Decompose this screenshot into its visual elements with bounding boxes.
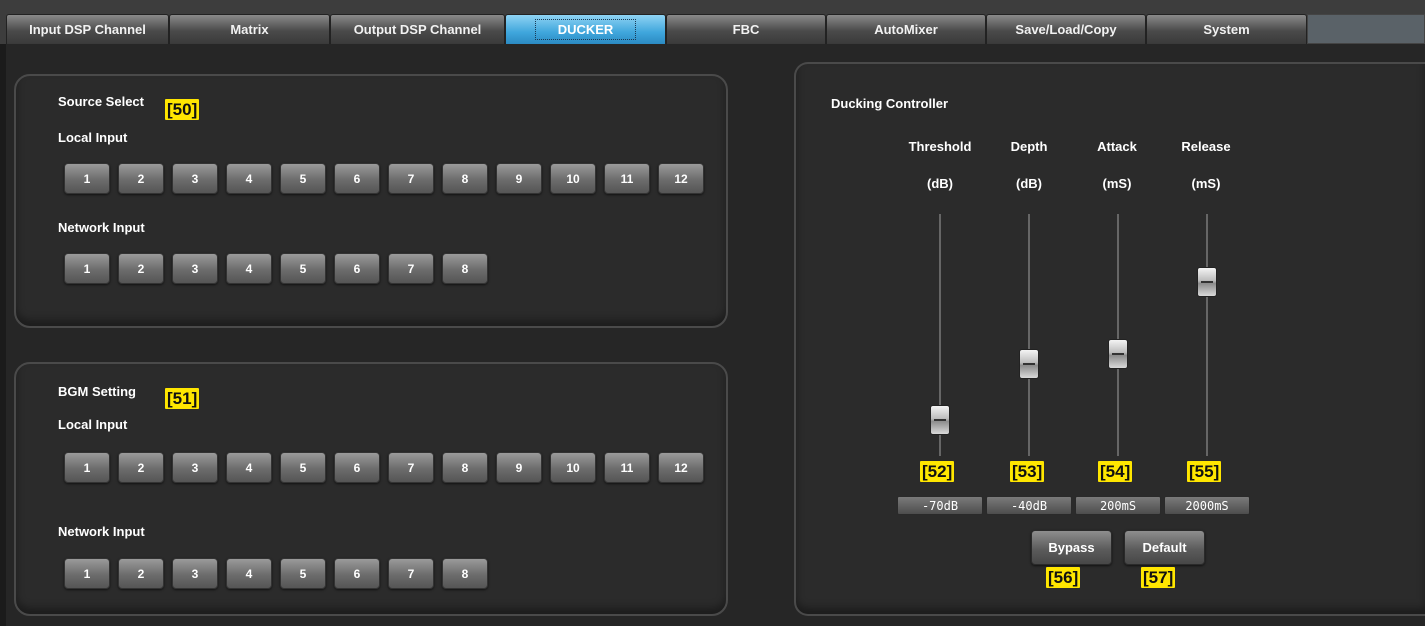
release-slider-thumb[interactable] — [1197, 267, 1217, 297]
release-slider-track[interactable] — [1206, 214, 1208, 456]
bgm-network-input-3[interactable]: 3 — [172, 558, 218, 589]
bgm-network-input-1[interactable]: 1 — [64, 558, 110, 589]
tab-save-load-copy[interactable]: Save/Load/Copy — [986, 14, 1146, 44]
source-local-input-11[interactable]: 11 — [604, 163, 650, 194]
bgm-local-input-3[interactable]: 3 — [172, 452, 218, 483]
source-network-input-3[interactable]: 3 — [172, 253, 218, 284]
source-local-input-6[interactable]: 6 — [334, 163, 380, 194]
threshold-unit: (dB) — [927, 176, 953, 191]
bgm-local-input-11[interactable]: 11 — [604, 452, 650, 483]
attack-label: Attack — [1097, 139, 1137, 154]
bgm-local-input-6[interactable]: 6 — [334, 452, 380, 483]
source-local-input-4[interactable]: 4 — [226, 163, 272, 194]
tab-system[interactable]: System — [1146, 14, 1307, 44]
tab-input-dsp-channel[interactable]: Input DSP Channel — [6, 14, 169, 44]
bgm-network-input-label: Network Input — [58, 524, 145, 539]
release-label: Release — [1181, 139, 1231, 154]
threshold-slider-thumb[interactable] — [930, 405, 950, 435]
source-local-input-10[interactable]: 10 — [550, 163, 596, 194]
attack-value[interactable]: 200mS — [1075, 496, 1161, 515]
source-local-input-1[interactable]: 1 — [64, 163, 110, 194]
bypass-tag: [56] — [1046, 567, 1081, 588]
source-network-input-6[interactable]: 6 — [334, 253, 380, 284]
source-local-input-3[interactable]: 3 — [172, 163, 218, 194]
source-local-input-9[interactable]: 9 — [496, 163, 542, 194]
tab-matrix[interactable]: Matrix — [169, 14, 330, 44]
depth-tag: [53] — [1010, 461, 1045, 482]
default-tag: [57] — [1141, 567, 1176, 588]
source-network-input-5[interactable]: 5 — [280, 253, 326, 284]
threshold-label: Threshold — [908, 139, 972, 154]
release-unit: (mS) — [1191, 176, 1221, 191]
depth-label: Depth — [1010, 139, 1048, 154]
source-local-input-12[interactable]: 12 — [658, 163, 704, 194]
source-network-input-4[interactable]: 4 — [226, 253, 272, 284]
attack-tag: [54] — [1098, 461, 1133, 482]
tab-ducker[interactable]: DUCKER — [505, 14, 666, 44]
default-button[interactable]: Default — [1124, 530, 1205, 565]
source-local-input-5[interactable]: 5 — [280, 163, 326, 194]
release-tag: [55] — [1187, 461, 1222, 482]
bgm-network-input-buttons: 1 2 3 4 5 6 7 8 — [64, 558, 488, 589]
bgm-local-input-12[interactable]: 12 — [658, 452, 704, 483]
bgm-local-input-label: Local Input — [58, 417, 128, 432]
bgm-network-input-7[interactable]: 7 — [388, 558, 434, 589]
source-select-panel — [14, 74, 728, 328]
release-value[interactable]: 2000mS — [1164, 496, 1250, 515]
attack-slider-track[interactable] — [1117, 214, 1119, 456]
source-network-input-2[interactable]: 2 — [118, 253, 164, 284]
bypass-button[interactable]: Bypass — [1031, 530, 1112, 565]
bgm-setting-tag: [51] — [165, 388, 200, 409]
source-local-input-7[interactable]: 7 — [388, 163, 434, 194]
bgm-network-input-8[interactable]: 8 — [442, 558, 488, 589]
bgm-local-input-4[interactable]: 4 — [226, 452, 272, 483]
bgm-network-input-2[interactable]: 2 — [118, 558, 164, 589]
threshold-value[interactable]: -70dB — [897, 496, 983, 515]
bgm-local-input-7[interactable]: 7 — [388, 452, 434, 483]
source-local-input-2[interactable]: 2 — [118, 163, 164, 194]
tab-fbc[interactable]: FBC — [666, 14, 826, 44]
source-network-input-buttons: 1 2 3 4 5 6 7 8 — [64, 253, 488, 284]
attack-slider-thumb[interactable] — [1108, 339, 1128, 369]
threshold-tag: [52] — [920, 461, 955, 482]
source-network-input-7[interactable]: 7 — [388, 253, 434, 284]
attack-unit: (mS) — [1102, 176, 1132, 191]
source-local-input-buttons: 1 2 3 4 5 6 7 8 9 10 11 12 — [64, 163, 704, 194]
source-network-input-8[interactable]: 8 — [442, 253, 488, 284]
ducking-controller-title: Ducking Controller — [831, 96, 949, 111]
bgm-local-input-5[interactable]: 5 — [280, 452, 326, 483]
bgm-setting-title: BGM Setting — [58, 384, 136, 399]
bgm-local-input-8[interactable]: 8 — [442, 452, 488, 483]
source-local-input-label: Local Input — [58, 130, 128, 145]
bgm-local-input-2[interactable]: 2 — [118, 452, 164, 483]
source-network-input-1[interactable]: 1 — [64, 253, 110, 284]
bgm-local-input-buttons: 1 2 3 4 5 6 7 8 9 10 11 12 — [64, 452, 704, 483]
tab-output-dsp-channel[interactable]: Output DSP Channel — [330, 14, 505, 44]
bgm-local-input-9[interactable]: 9 — [496, 452, 542, 483]
depth-slider-track[interactable] — [1028, 214, 1030, 456]
depth-value[interactable]: -40dB — [986, 496, 1072, 515]
tab-bar: Input DSP Channel Matrix Output DSP Chan… — [0, 0, 1425, 44]
bgm-network-input-6[interactable]: 6 — [334, 558, 380, 589]
bgm-network-input-4[interactable]: 4 — [226, 558, 272, 589]
tab-bar-filler — [1307, 14, 1425, 44]
bgm-local-input-10[interactable]: 10 — [550, 452, 596, 483]
bgm-network-input-5[interactable]: 5 — [280, 558, 326, 589]
depth-slider-thumb[interactable] — [1019, 349, 1039, 379]
bgm-local-input-1[interactable]: 1 — [64, 452, 110, 483]
source-select-title: Source Select — [58, 94, 144, 109]
source-local-input-8[interactable]: 8 — [442, 163, 488, 194]
source-select-tag: [50] — [165, 99, 200, 120]
source-network-input-label: Network Input — [58, 220, 145, 235]
tab-automixer[interactable]: AutoMixer — [826, 14, 986, 44]
depth-unit: (dB) — [1016, 176, 1042, 191]
